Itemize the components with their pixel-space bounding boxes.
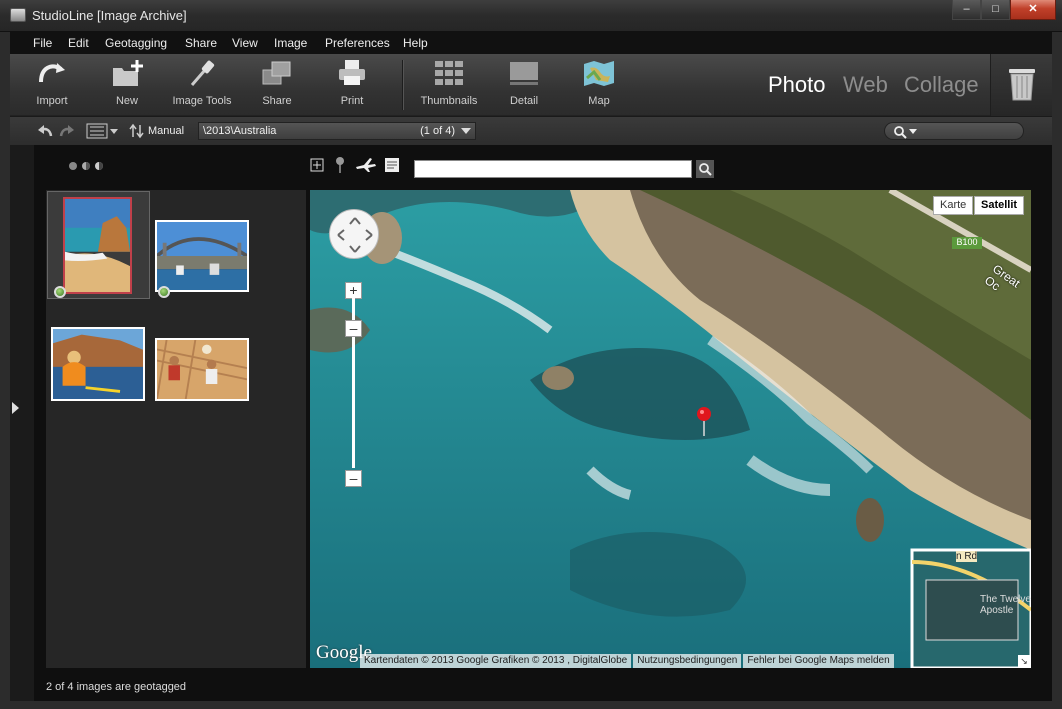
import-icon	[39, 63, 65, 83]
menu-preferences[interactable]: Preferences	[325, 36, 390, 50]
menu-edit[interactable]: Edit	[68, 36, 89, 50]
undo-icon[interactable]	[36, 123, 54, 139]
thumbnail-panel	[46, 190, 306, 668]
map-data-credit: Kartendaten © 2013 Google Grafiken © 201…	[360, 654, 632, 668]
detail-label: Detail	[509, 95, 539, 107]
print-button[interactable]: Print	[316, 58, 388, 107]
inset-toggle-button[interactable]: ↘	[1018, 655, 1030, 667]
map-icon	[584, 61, 614, 86]
terms-link[interactable]: Nutzungsbedingungen	[633, 654, 742, 668]
zoom-in-button[interactable]: +	[345, 282, 362, 299]
maximize-button[interactable]: □	[981, 0, 1010, 20]
minimize-button[interactable]: –	[952, 0, 981, 20]
redo-icon[interactable]	[58, 123, 76, 139]
new-label: New	[115, 95, 138, 107]
detail-button[interactable]: Detail	[488, 58, 560, 107]
status-text: 2 of 4 images are geotagged	[46, 681, 187, 693]
print-icon	[339, 60, 365, 85]
sort-mode-label[interactable]: Manual	[148, 125, 184, 137]
app-icon	[10, 8, 26, 22]
trash-icon	[1009, 69, 1035, 101]
map-search-icon[interactable]	[696, 160, 714, 178]
thumbnail-size-icon[interactable]	[68, 160, 108, 172]
navigation-bar: Manual \2013\Australia (1 of 4)	[10, 117, 1052, 145]
title-bar: StudioLine [Image Archive] – □ ✕	[0, 0, 1062, 32]
window-title: StudioLine [Image Archive]	[32, 8, 187, 23]
flight-icon[interactable]	[354, 157, 378, 173]
new-button[interactable]: New	[91, 58, 163, 107]
zoom-out-button[interactable]: –	[345, 470, 362, 487]
share-icon	[262, 61, 291, 85]
chevron-down-icon	[461, 128, 471, 134]
share-button[interactable]: Share	[241, 58, 313, 107]
view-layout-icon[interactable]	[86, 123, 120, 139]
pin-icon[interactable]	[334, 156, 346, 174]
window-frame-right	[1052, 32, 1062, 709]
thumbnail-beach-volleyball[interactable]	[155, 338, 249, 401]
location-pin-icon[interactable]	[696, 406, 712, 438]
zoom-slider-handle[interactable]: –	[345, 320, 362, 337]
menu-bar: File Edit Geotagging Share View Image Pr…	[10, 32, 1052, 54]
menu-geotagging[interactable]: Geotagging	[105, 36, 167, 50]
inset-road-label: n Rd	[956, 551, 978, 562]
text-label-icon[interactable]	[384, 157, 400, 173]
path-dropdown[interactable]: \2013\Australia (1 of 4)	[198, 122, 476, 140]
map-pan-control[interactable]	[329, 209, 379, 259]
trash-button[interactable]	[990, 54, 1052, 116]
inset-place-label: The Twelve Apostle	[980, 594, 1031, 616]
thumbnail-kayaker[interactable]	[51, 327, 145, 401]
map-label: Map	[588, 95, 610, 107]
image-tools-label: Image Tools	[172, 95, 232, 107]
road-badge: B100	[952, 237, 982, 249]
mode-web[interactable]: Web	[843, 72, 888, 98]
print-label: Print	[340, 95, 364, 107]
menu-view[interactable]: View	[232, 36, 258, 50]
map-type-satellit[interactable]: Satellit	[974, 196, 1025, 215]
map-search-input[interactable]	[414, 160, 692, 178]
map-attribution: Kartendaten © 2013 Google Grafiken © 201…	[360, 654, 896, 668]
thumbnail-sydney-harbour[interactable]	[155, 220, 249, 292]
map-type-karte[interactable]: Karte	[933, 196, 974, 215]
new-folder-icon	[113, 60, 143, 86]
pan-arrows-icon	[337, 217, 373, 253]
map-view[interactable]: Karte Satellit B100 Great Oc n Rd The Tw…	[310, 190, 1031, 668]
thumbnails-button[interactable]: Thumbnails	[413, 58, 485, 107]
image-count: (1 of 4)	[420, 125, 455, 137]
detail-icon	[510, 62, 538, 85]
thumbnails-icon	[435, 61, 463, 85]
search-icon	[894, 126, 917, 139]
mode-photo[interactable]: Photo	[768, 72, 826, 98]
main-toolbar: Import New Image Tools Share Print Thumb…	[10, 54, 1052, 116]
main-content: Karte Satellit B100 Great Oc n Rd The Tw…	[34, 145, 1052, 701]
thumbnails-label: Thumbnails	[420, 95, 478, 107]
expand-arrow-icon[interactable]	[12, 402, 19, 414]
add-marker-icon[interactable]	[310, 158, 324, 172]
menu-share[interactable]: Share	[185, 36, 217, 50]
toolbar-separator	[402, 60, 403, 110]
import-button[interactable]: Import	[16, 58, 88, 107]
thumbnail-twelve-apostles[interactable]	[63, 197, 132, 294]
window-frame-left	[0, 32, 10, 709]
mode-collage[interactable]: Collage	[904, 72, 979, 98]
close-button[interactable]: ✕	[1010, 0, 1056, 20]
menu-file[interactable]: File	[33, 36, 52, 50]
menu-image[interactable]: Image	[274, 36, 307, 50]
image-tools-button[interactable]: Image Tools	[166, 58, 238, 107]
share-label: Share	[262, 95, 292, 107]
path-text: \2013\Australia	[203, 125, 277, 137]
geotag-indicator	[158, 286, 170, 298]
satellite-imagery	[310, 190, 1031, 668]
image-tools-icon	[190, 60, 215, 86]
side-panel-handle[interactable]	[10, 145, 34, 701]
sort-icon[interactable]	[128, 123, 146, 139]
geotag-indicator	[54, 286, 66, 298]
menu-help[interactable]: Help	[403, 36, 428, 50]
window-frame-bottom	[0, 701, 1062, 709]
search-dropdown[interactable]	[884, 122, 1024, 140]
map-button[interactable]: Map	[563, 58, 635, 107]
import-label: Import	[36, 95, 68, 107]
report-error-link[interactable]: Fehler bei Google Maps melden	[743, 654, 894, 668]
